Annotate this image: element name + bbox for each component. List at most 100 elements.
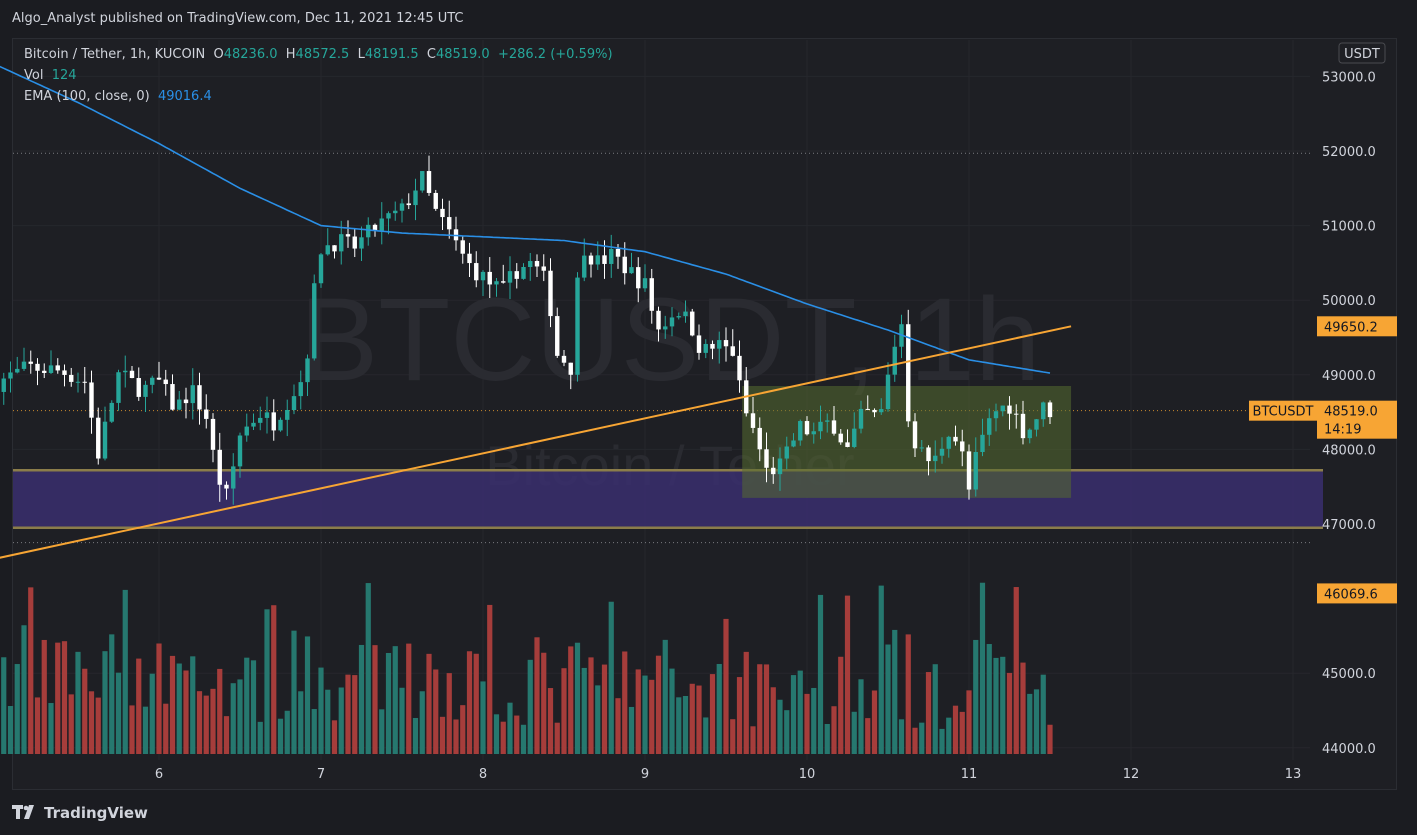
footer-brand-label: TradingView <box>44 804 148 822</box>
candle-body <box>393 210 398 214</box>
candle-body <box>771 467 776 475</box>
volume-bar <box>176 663 182 754</box>
candle-body <box>649 278 654 311</box>
volume-bar <box>493 714 500 754</box>
price-tick: 44000.0 <box>1322 742 1376 757</box>
volume-bar <box>1027 693 1033 754</box>
volume-bar <box>905 634 911 754</box>
candle-body <box>1 378 6 392</box>
volume-bar <box>7 706 14 754</box>
candle-body <box>264 412 270 418</box>
candle-body <box>129 370 135 379</box>
candle-body <box>237 435 243 467</box>
candle-body <box>980 434 985 452</box>
volume-bar <box>784 710 790 754</box>
volume-bar <box>682 696 689 754</box>
candle-body <box>197 385 202 410</box>
candle-body <box>366 224 371 238</box>
time-tick: 9 <box>641 767 649 782</box>
volume-bar <box>601 664 608 754</box>
candle-body <box>676 316 681 318</box>
tradingview-logo-icon <box>12 799 38 829</box>
candle-body <box>244 426 249 436</box>
volume-bar <box>743 651 749 754</box>
volume-bar <box>466 651 473 754</box>
time-tick: 12 <box>1123 767 1140 782</box>
volume-bar <box>790 675 797 754</box>
candle-body <box>258 417 263 423</box>
candle-body <box>791 440 796 447</box>
candle-body <box>116 372 121 403</box>
volume-bar <box>419 691 425 754</box>
candle-body <box>858 408 864 429</box>
candle-body <box>467 253 472 264</box>
legend-symbol[interactable]: Bitcoin / Tether, 1h, KUCOIN <box>24 47 205 62</box>
volume-bar <box>298 691 304 754</box>
volume-bar <box>554 722 560 754</box>
volume-bar <box>129 705 135 754</box>
volume-bar <box>608 601 614 754</box>
candle-body <box>966 451 972 490</box>
volume-bar <box>858 679 864 754</box>
legend-ema-label[interactable]: EMA (100, close, 0) <box>24 89 150 104</box>
support-zone <box>13 469 1323 529</box>
volume-bar <box>730 719 736 754</box>
volume-bar <box>210 688 216 754</box>
volume-bar <box>230 683 236 754</box>
time-tick: 6 <box>155 767 163 782</box>
volume-bar <box>426 653 432 754</box>
candle-body <box>642 278 648 289</box>
candle-body <box>183 399 189 404</box>
time-tick: 13 <box>1285 767 1302 782</box>
volume-bar <box>82 668 88 754</box>
volume-bar <box>217 668 223 754</box>
volume-bar <box>541 652 547 754</box>
volume-bar <box>169 655 176 754</box>
volume-bar <box>379 709 385 754</box>
candle-body <box>487 271 492 285</box>
volume-bar <box>223 716 230 754</box>
volume-bar <box>392 646 398 754</box>
candle-body <box>163 379 168 385</box>
volume-bar <box>41 639 47 754</box>
footer-brand[interactable]: TradingView <box>12 798 148 828</box>
legend-vol-label[interactable]: Vol <box>24 68 43 83</box>
price-badge-value: 46069.6 <box>1324 587 1378 602</box>
candle-body <box>892 346 897 375</box>
volume-bar <box>385 652 392 754</box>
volume-bar <box>156 643 162 754</box>
volume-bar <box>628 706 635 754</box>
candle-body <box>399 203 405 211</box>
candle-body <box>656 310 661 330</box>
candle-body <box>953 436 958 442</box>
volume-bar <box>723 618 729 754</box>
candle-body <box>231 466 236 489</box>
candle-body <box>588 255 594 265</box>
volume-bar <box>338 687 344 754</box>
volume-bar <box>331 720 338 754</box>
candle-body <box>1047 402 1053 418</box>
support-zone-fill <box>13 470 1323 528</box>
candle-body <box>69 374 74 382</box>
time-axis: 6 7 8 9 10 11 12 13 <box>155 767 1301 782</box>
volume-bar <box>21 625 27 754</box>
chart-canvas[interactable]: BTCUSDT, 1h Bitcoin / Tether USDT53000.0… <box>0 0 1417 835</box>
candle-body <box>534 261 540 267</box>
volume-bar <box>777 699 783 754</box>
volume-bar <box>88 691 95 754</box>
volume-bar <box>68 694 74 754</box>
volume-bar <box>190 656 196 754</box>
volume-bar <box>136 658 142 754</box>
volume-bar <box>952 705 959 754</box>
volume-bar <box>487 604 493 754</box>
volume-bar <box>183 670 189 754</box>
volume-bar <box>352 675 358 754</box>
volume-bar <box>932 664 938 754</box>
price-axis: USDT 53000.0 52000.0 51000.0 50000.0 49000.0 4… <box>1322 42 1386 757</box>
volume-bar <box>831 706 837 754</box>
price-tick: 45000.0 <box>1322 667 1376 682</box>
volume-bar <box>412 717 419 754</box>
volume-bar <box>1020 662 1026 754</box>
candle-body <box>426 171 432 193</box>
volume-bar <box>709 674 716 754</box>
